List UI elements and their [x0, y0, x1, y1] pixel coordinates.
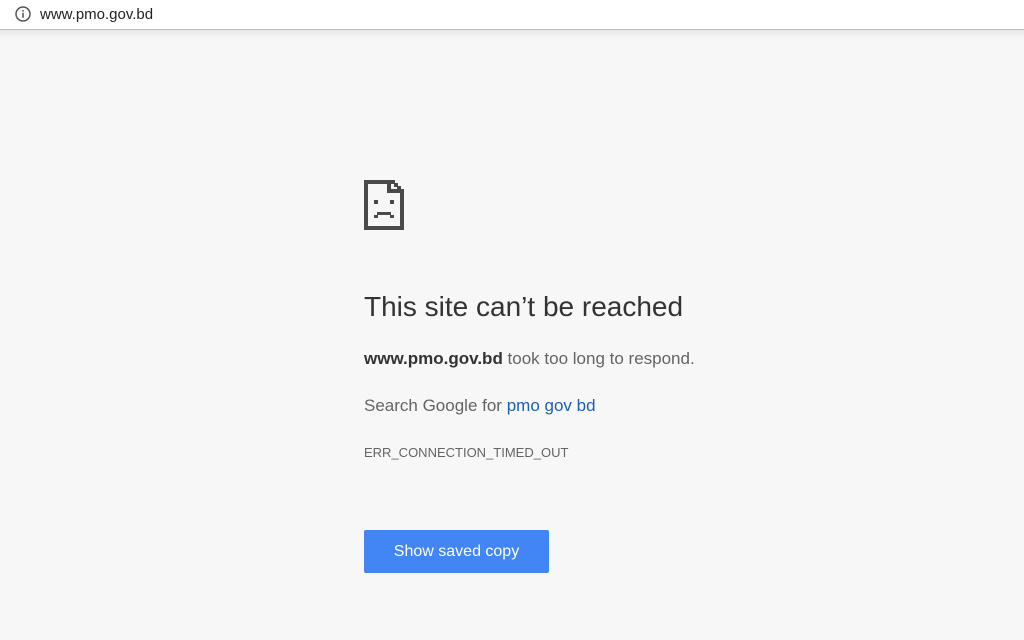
info-icon[interactable] [15, 6, 31, 22]
address-bar[interactable]: www.pmo.gov.bd [0, 0, 1024, 30]
search-google-link[interactable]: pmo gov bd [507, 396, 596, 415]
error-title: This site can’t be reached [364, 291, 684, 322]
show-saved-copy-button[interactable]: Show saved copy [364, 530, 549, 573]
search-suggestion: Search Google for pmo gov bd [364, 395, 596, 417]
sad-document-icon [364, 180, 404, 230]
search-prefix: Search Google for [364, 396, 507, 415]
error-message: took too long to respond. [502, 349, 695, 368]
error-code: ERR_CONNECTION_TIMED_OUT [364, 445, 569, 460]
toolbar-shadow [0, 30, 1024, 38]
url-text[interactable]: www.pmo.gov.bd [40, 6, 153, 24]
error-host: www.pmo.gov.bd [364, 349, 503, 368]
error-description: www.pmo.gov.bd took too long to respond. [364, 348, 695, 370]
